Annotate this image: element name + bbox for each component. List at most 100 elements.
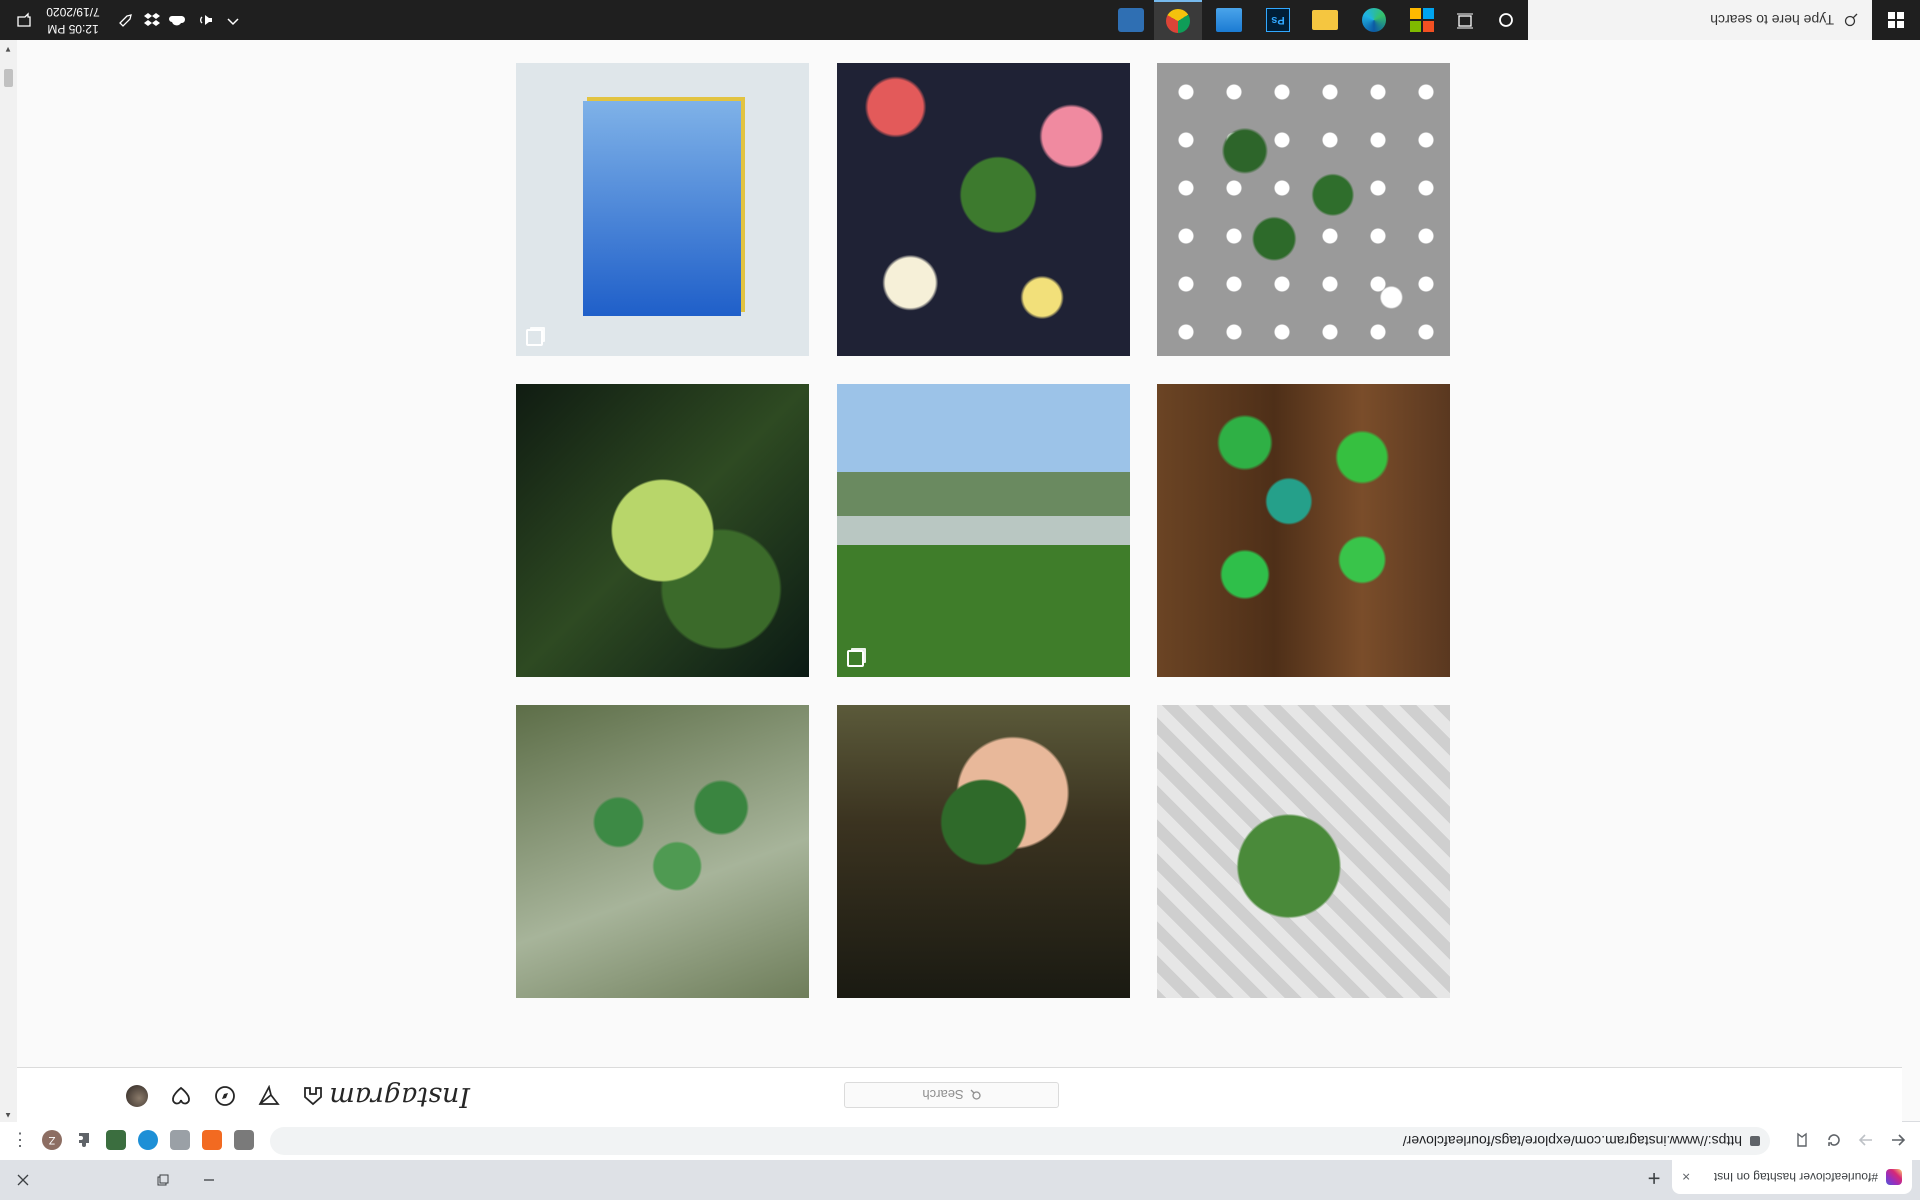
dropbox-button[interactable]: [142, 12, 160, 28]
avatar: [126, 1085, 148, 1107]
compass-icon: [215, 1086, 235, 1106]
grid-photo[interactable]: [837, 384, 1130, 677]
browser-tab[interactable]: #fourleafclover hashtag on Inst ×: [1672, 1160, 1912, 1194]
extensions-puzzle-button[interactable]: [74, 1130, 94, 1150]
grid-photo[interactable]: [837, 63, 1130, 356]
lock-icon: [1750, 1136, 1760, 1146]
clock-date: 7/19/2020: [46, 5, 100, 19]
instagram-header: Instagram Search: [0, 1067, 1902, 1122]
volume-icon: [200, 15, 212, 25]
grid-photo[interactable]: [837, 705, 1130, 998]
taskbar-app-file-explorer[interactable]: [1312, 10, 1338, 30]
grid-photo[interactable]: [516, 705, 809, 998]
restore-button[interactable]: [140, 1160, 186, 1200]
heart-icon: [172, 1086, 190, 1105]
browser-toolbar: https://www.instagram.com/explore/tags/f…: [0, 1121, 1920, 1160]
grid-photo[interactable]: [516, 63, 809, 356]
minimize-button[interactable]: [186, 1160, 232, 1200]
minimize-icon: [204, 1179, 214, 1181]
reload-button[interactable]: [1820, 1126, 1848, 1154]
blue-card: [583, 101, 741, 316]
onedrive-button[interactable]: [168, 12, 186, 28]
search-placeholder: Search: [922, 1087, 964, 1103]
profile-avatar-button[interactable]: [125, 1084, 149, 1108]
clock-time: 12:05 PM: [47, 22, 99, 36]
taskbar-app-edge[interactable]: [1362, 8, 1386, 32]
search-icon: [970, 1090, 981, 1101]
home-icon: [304, 1087, 322, 1106]
scrollbar-thumb[interactable]: [4, 69, 13, 87]
pen-button[interactable]: [116, 12, 134, 28]
activity-button[interactable]: [169, 1084, 193, 1108]
direct-button[interactable]: [257, 1084, 281, 1108]
clock[interactable]: 12:05 PM 7/19/2020: [38, 3, 108, 37]
profile-button[interactable]: Z: [42, 1130, 62, 1150]
extension-button[interactable]: [234, 1130, 254, 1150]
bookmark-button[interactable]: [1788, 1126, 1816, 1154]
store-tile: [1410, 21, 1421, 32]
arrow-left-icon: [1892, 1134, 1906, 1146]
cloud-icon: [169, 16, 186, 26]
dropbox-icon: [144, 13, 160, 26]
browser-menu-button[interactable]: ⋮: [10, 1130, 30, 1151]
taskbar-app-settings[interactable]: [1118, 8, 1144, 32]
scrollbar[interactable]: ▲ ▼: [0, 40, 17, 1122]
taskbar-search-box[interactable]: Type here to search: [1528, 0, 1872, 40]
close-window-button[interactable]: [0, 1160, 46, 1200]
search-input[interactable]: Search: [844, 1082, 1059, 1108]
screen: #fourleafclover hashtag on Inst × + http…: [0, 0, 1920, 1200]
bookmark-icon: [1797, 1132, 1807, 1147]
search-icon: [1844, 13, 1858, 27]
tray-chevron[interactable]: [224, 12, 240, 28]
cortana-icon: [1499, 13, 1513, 27]
action-center-button[interactable]: [14, 12, 32, 28]
home-button[interactable]: [301, 1084, 325, 1108]
tab-close-button[interactable]: ×: [1682, 1169, 1690, 1185]
scroll-up-arrow[interactable]: ▲: [4, 1111, 12, 1120]
multiple-posts-icon: [847, 650, 864, 667]
taskbar-app-photos[interactable]: [1216, 8, 1242, 32]
chevron-up-icon: [227, 18, 239, 26]
scroll-down-arrow[interactable]: ▼: [4, 45, 12, 54]
arrow-right-icon: [1858, 1134, 1872, 1146]
grid-photo[interactable]: [516, 384, 809, 677]
taskbar-app-photoshop[interactable]: Ps: [1266, 8, 1290, 32]
back-button[interactable]: [1884, 1126, 1912, 1154]
tab-title: #fourleafclover hashtag on Inst: [1713, 1170, 1878, 1184]
grid-photo[interactable]: [1157, 705, 1450, 998]
photo-grid: [17, 0, 1902, 1068]
close-icon: [17, 1174, 29, 1186]
forward-button[interactable]: [1852, 1126, 1880, 1154]
grid-photo[interactable]: [1157, 384, 1450, 677]
instagram-logo[interactable]: Instagram: [329, 1081, 470, 1112]
multiple-posts-icon: [526, 329, 543, 346]
notification-icon: [17, 12, 31, 27]
explore-button[interactable]: [213, 1084, 237, 1108]
store-tile: [1410, 8, 1421, 19]
reload-icon: [1828, 1134, 1840, 1146]
task-view-button[interactable]: [1454, 10, 1474, 30]
cortana-button[interactable]: [1496, 10, 1516, 30]
restore-icon: [157, 1174, 169, 1186]
extension-button[interactable]: [170, 1130, 190, 1150]
taskbar-app-store[interactable]: [1410, 8, 1434, 32]
browser-tab-strip: #fourleafclover hashtag on Inst × +: [0, 1160, 1920, 1200]
start-button[interactable]: [1872, 0, 1920, 40]
taskbar-search-placeholder: Type here to search: [1710, 12, 1834, 28]
pen-icon: [119, 14, 132, 27]
taskbar-app-chrome[interactable]: [1154, 0, 1202, 40]
extension-button[interactable]: [106, 1130, 126, 1150]
new-tab-button[interactable]: +: [1640, 1164, 1668, 1192]
windows-icon: [1888, 12, 1904, 28]
extension-button[interactable]: [202, 1130, 222, 1150]
instagram-favicon-icon: [1886, 1169, 1902, 1185]
grid-photo[interactable]: [1157, 63, 1450, 356]
address-url: https://www.instagram.com/explore/tags/f…: [1402, 1133, 1742, 1149]
puzzle-icon: [79, 1133, 89, 1147]
extension-button[interactable]: [138, 1130, 158, 1150]
volume-button[interactable]: [196, 12, 214, 28]
address-bar[interactable]: https://www.instagram.com/explore/tags/f…: [270, 1127, 1770, 1155]
task-view-icon: [1457, 13, 1473, 29]
store-tile: [1423, 8, 1434, 19]
chrome-icon: [1166, 9, 1190, 33]
